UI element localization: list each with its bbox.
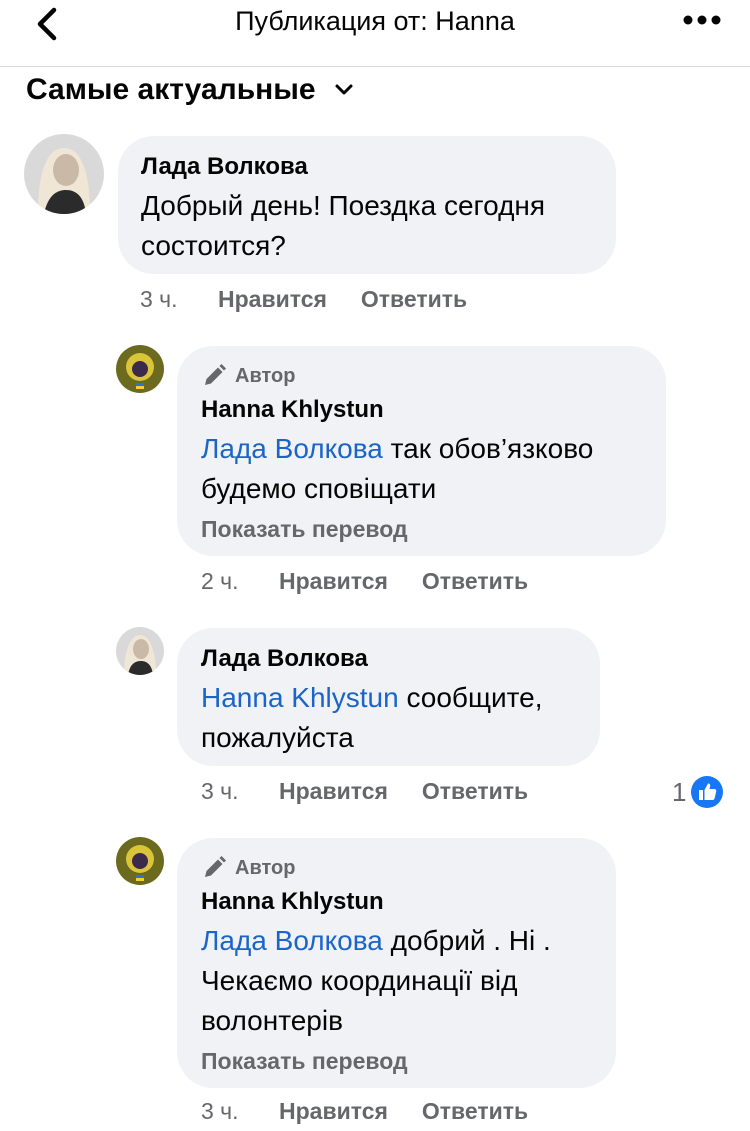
comment-author[interactable]: Лада Волкова [201, 645, 368, 673]
like-button[interactable]: Нравится [279, 778, 388, 805]
comment-actions: 3 ч. Нравится Ответить [140, 286, 501, 313]
comment-text: Лада Волкова добрий . Ні . Чекаємо коорд… [201, 921, 596, 1041]
comment-time: 3 ч. [201, 778, 239, 804]
comment-actions: 2 ч. Нравится Ответить [201, 568, 562, 595]
comment-text: Лада Волкова так обов’язково будемо спов… [201, 429, 651, 509]
user-photo-icon [24, 134, 104, 214]
reaction-count: 1 [672, 776, 687, 807]
show-translation-link[interactable]: Показать перевод [201, 1048, 408, 1075]
avatar[interactable] [24, 134, 104, 214]
user-photo-icon [116, 627, 164, 675]
comment-bubble: Автор Hanna Khlystun Лада Волкова так об… [177, 346, 666, 556]
like-thumb-icon [691, 776, 724, 808]
avatar[interactable] [116, 627, 164, 675]
author-badge: Автор [201, 855, 295, 881]
comment-time: 3 ч. [201, 1098, 239, 1124]
avatar[interactable] [116, 345, 164, 393]
show-translation-link[interactable]: Показать перевод [201, 516, 408, 543]
comment-author[interactable]: Лада Волкова [141, 153, 308, 181]
comment-time: 2 ч. [201, 568, 239, 594]
comment-actions: 3 ч. Нравится Ответить [201, 1098, 562, 1125]
reaction-summary[interactable]: 1 [672, 775, 724, 809]
user-photo-icon [116, 837, 164, 885]
sort-dropdown[interactable]: Самые актуальные [26, 70, 354, 110]
pencil-icon [205, 856, 226, 877]
comment-author[interactable]: Hanna Khlystun [201, 396, 384, 424]
like-button[interactable]: Нравится [279, 568, 388, 595]
comment-text: Добрый день! Поездка сегодня состоится? [141, 190, 546, 261]
reply-button[interactable]: Ответить [422, 1098, 528, 1125]
mention-link[interactable]: Лада Волкова [201, 433, 383, 464]
reply-button[interactable]: Ответить [361, 286, 467, 313]
comment-author[interactable]: Hanna Khlystun [201, 888, 384, 916]
reply-button[interactable]: Ответить [422, 568, 528, 595]
comment-time: 3 ч. [140, 286, 178, 312]
comment-bubble: Лада Волкова Добрый день! Поездка сегодн… [118, 136, 616, 274]
mention-link[interactable]: Лада Волкова [201, 925, 383, 956]
author-badge-label: Автор [235, 364, 296, 387]
top-bar: Публикация от: Hanna [0, 0, 750, 67]
like-button[interactable]: Нравится [218, 286, 327, 313]
sort-label: Самые актуальные [26, 73, 316, 106]
mention-link[interactable]: Hanna Khlystun [201, 682, 399, 713]
comment-bubble: Лада Волкова Hanna Khlystun сообщите, по… [177, 628, 600, 766]
chevron-down-icon [335, 84, 353, 95]
author-badge-label: Автор [235, 856, 296, 879]
reply-button[interactable]: Ответить [422, 778, 528, 805]
user-photo-icon [116, 345, 164, 393]
pencil-icon [205, 364, 226, 385]
comment-bubble: Автор Hanna Khlystun Лада Волкова добрий… [177, 838, 616, 1088]
page-title: Публикация от: Hanna [235, 6, 515, 36]
like-button[interactable]: Нравится [279, 1098, 388, 1125]
comment-text: Hanna Khlystun сообщите, пожалуйста [201, 678, 591, 758]
more-options-icon[interactable] [682, 8, 722, 32]
avatar[interactable] [116, 837, 164, 885]
comment-actions: 3 ч. Нравится Ответить [201, 778, 562, 805]
author-badge: Автор [201, 363, 295, 389]
